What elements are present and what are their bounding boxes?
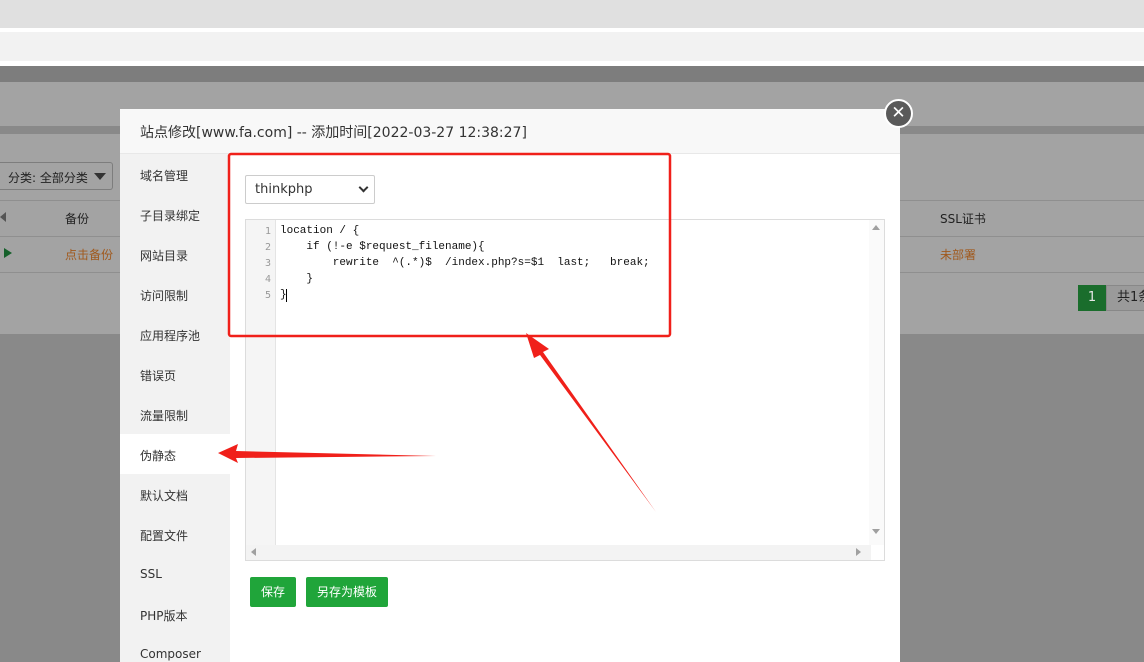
column-header-backup: 备份	[65, 212, 90, 226]
category-filter[interactable]: 分类: 全部分类	[0, 162, 113, 190]
dialog-sidebar: 域名管理 子目录绑定 网站目录 访问限制 应用程序池 错误页 流量限制 伪静态 …	[120, 154, 230, 662]
pagination-current-page[interactable]: 1	[1078, 285, 1106, 311]
rewrite-template-value: thinkphp	[255, 182, 313, 197]
scroll-left-icon[interactable]	[251, 548, 256, 556]
sidebar-item-traffic-limit[interactable]: 流量限制	[120, 394, 230, 434]
sidebar-item-php-version[interactable]: PHP版本	[120, 594, 230, 634]
code-line: }	[280, 273, 314, 285]
line-number: 4	[264, 274, 271, 285]
sidebar-item-default-document[interactable]: 默认文档	[120, 474, 230, 514]
text-cursor	[286, 289, 287, 302]
sidebar-item-app-pool[interactable]: 应用程序池	[120, 314, 230, 354]
dialog-title: 站点修改[www.fa.com] -- 添加时间[2022-03-27 12:3…	[140, 125, 527, 141]
line-number: 3	[264, 258, 271, 269]
rewrite-template-select[interactable]: thinkphp	[245, 175, 375, 204]
code-line: if (!-e $request_filename){	[280, 241, 485, 253]
site-edit-dialog: 站点修改[www.fa.com] -- 添加时间[2022-03-27 12:3…	[120, 109, 900, 662]
line-number: 5	[264, 290, 271, 301]
scroll-right-icon[interactable]	[856, 548, 861, 556]
line-number: 2	[264, 242, 271, 253]
sidebar-item-ssl[interactable]: SSL	[120, 554, 230, 594]
column-header-ssl: SSL证书	[940, 212, 986, 226]
sidebar-item-composer[interactable]: Composer	[120, 634, 230, 662]
line-number: 1	[264, 226, 271, 237]
backup-link[interactable]: 点击备份	[65, 246, 113, 263]
sidebar-item-subdirectory[interactable]: 子目录绑定	[120, 194, 230, 234]
code-line: location / {	[280, 225, 360, 237]
pagination-total: 共1条	[1106, 285, 1144, 311]
rewrite-panel: thinkphp 1 2 3 4 5 location / { if (!-e …	[230, 154, 900, 662]
save-button[interactable]: 保存	[250, 577, 296, 607]
sidebar-item-site-directory[interactable]: 网站目录	[120, 234, 230, 274]
caret-down-icon	[94, 173, 106, 180]
close-dialog-button[interactable]: ✕	[884, 99, 913, 128]
status-running-icon[interactable]	[4, 248, 12, 258]
sidebar-item-error-page[interactable]: 错误页	[120, 354, 230, 394]
rewrite-code-editor[interactable]: 1 2 3 4 5 location / { if (!-e $request_…	[245, 219, 885, 561]
code-line: rewrite ^(.*)$ /index.php?s=$1 last; bre…	[280, 257, 650, 269]
sidebar-item-access-limit[interactable]: 访问限制	[120, 274, 230, 314]
dialog-header: 站点修改[www.fa.com] -- 添加时间[2022-03-27 12:3…	[120, 109, 900, 154]
sidebar-item-rewrite[interactable]: 伪静态	[120, 434, 230, 474]
line-number-gutter: 1 2 3 4 5	[246, 220, 276, 545]
sidebar-item-config-file[interactable]: 配置文件	[120, 514, 230, 554]
chevron-down-icon	[358, 182, 369, 193]
scroll-down-icon[interactable]	[872, 529, 880, 534]
scroll-up-icon[interactable]	[872, 225, 880, 230]
header-band	[0, 66, 1144, 82]
sidebar-item-domain[interactable]: 域名管理	[120, 154, 230, 194]
close-icon: ✕	[891, 103, 906, 123]
category-filter-label: 分类: 全部分类	[8, 171, 88, 185]
browser-bar	[0, 0, 1144, 28]
save-as-template-button[interactable]: 另存为模板	[306, 577, 388, 607]
ssl-status-link[interactable]: 未部署	[940, 246, 976, 263]
horizontal-scrollbar[interactable]	[246, 545, 871, 560]
sort-arrow-icon[interactable]	[0, 212, 6, 222]
top-toolbar	[0, 32, 1144, 61]
vertical-scrollbar[interactable]	[869, 220, 884, 545]
